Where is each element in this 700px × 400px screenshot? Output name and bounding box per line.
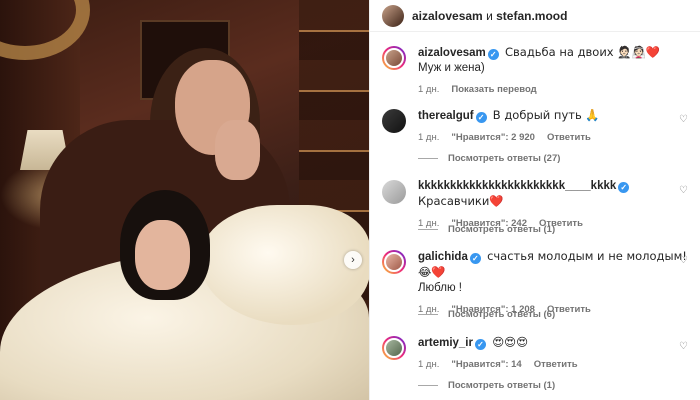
comments-list: aizalovesam ✓ Свадьба на двоих 🤵🏻👰🏻❤️ Муж…: [370, 33, 700, 400]
username[interactable]: artemiy_ir: [418, 337, 473, 349]
comment: therealguf ✓ В добрый путь 🙏 1 дн. "Нрави…: [382, 108, 692, 145]
verified-badge-icon: ✓: [618, 182, 630, 193]
comment-text-line2: Люблю !: [418, 282, 462, 294]
comment: galichida ✓ счастья молодым и не молодым!…: [382, 249, 692, 317]
avatar[interactable]: [382, 250, 406, 274]
translate-button[interactable]: Показать перевод: [451, 82, 536, 97]
coauthor-link[interactable]: stefan.mood: [496, 9, 567, 23]
avatar[interactable]: [382, 4, 404, 27]
divider: [418, 229, 438, 230]
timestamp[interactable]: 1 дн.: [418, 130, 439, 145]
caption-text: Свадьба на двоих 🤵🏻👰🏻❤️: [504, 45, 661, 59]
comment-text: Красавчики❤️: [418, 194, 504, 208]
timestamp[interactable]: 1 дн.: [418, 82, 439, 97]
timestamp[interactable]: 1 дн.: [418, 357, 439, 372]
avatar[interactable]: [382, 180, 406, 204]
post-authors: aizalovesam и stefan.mood: [412, 9, 567, 23]
view-replies-button[interactable]: Посмотреть ответы (27): [418, 153, 560, 164]
divider: [418, 314, 438, 315]
view-replies-button[interactable]: Посмотреть ответы (1): [418, 380, 555, 391]
comment-text: В добрый путь 🙏: [492, 108, 600, 122]
post-header: aizalovesam и stefan.mood: [370, 0, 700, 32]
view-replies-label: Посмотреть ответы (6): [448, 309, 556, 320]
heart-icon[interactable]: ♡: [679, 255, 688, 266]
likes-count[interactable]: "Нравится": 14: [451, 357, 521, 372]
view-replies-button[interactable]: Посмотреть ответы (6): [418, 309, 555, 320]
view-replies-label: Посмотреть ответы (1): [448, 224, 556, 235]
view-replies-button[interactable]: Посмотреть ответы (1): [418, 224, 555, 235]
heart-icon[interactable]: ♡: [679, 114, 688, 125]
username[interactable]: kkkkkkkkkkkkkkkkkkkkkkk____kkkk: [418, 180, 616, 192]
man-hand: [215, 120, 260, 180]
conjunction: и: [486, 8, 493, 23]
avatar[interactable]: [382, 336, 406, 360]
post-photo[interactable]: ›: [0, 0, 369, 400]
avatar[interactable]: [382, 46, 406, 70]
verified-badge-icon: ✓: [487, 49, 499, 60]
verified-badge-icon: ✓: [474, 339, 486, 350]
view-replies-label: Посмотреть ответы (27): [448, 153, 561, 164]
divider: [418, 385, 438, 386]
divider: [418, 158, 438, 159]
verified-badge-icon: ✓: [475, 112, 487, 123]
reply-button[interactable]: Ответить: [547, 130, 591, 145]
username[interactable]: galichida: [418, 251, 468, 263]
username[interactable]: therealguf: [418, 110, 474, 122]
woman-face: [135, 220, 190, 290]
verified-badge-icon: ✓: [469, 253, 481, 264]
avatar[interactable]: [382, 109, 406, 133]
caption: aizalovesam ✓ Свадьба на двоих 🤵🏻👰🏻❤️ Муж…: [382, 45, 692, 97]
caption-text-line2: Муж и жена): [418, 62, 485, 74]
author-link[interactable]: aizalovesam: [412, 9, 483, 23]
username[interactable]: aizalovesam: [418, 47, 486, 59]
chevron-right-icon[interactable]: ›: [344, 251, 362, 269]
heart-icon[interactable]: ♡: [679, 341, 688, 352]
comment-text: 😍😍😍: [492, 335, 529, 349]
reply-button[interactable]: Ответить: [534, 357, 578, 372]
heart-icon[interactable]: ♡: [679, 185, 688, 196]
likes-count[interactable]: "Нравится": 2 920: [451, 130, 535, 145]
comment: artemiy_ir ✓ 😍😍😍 1 дн. "Нравится": 14 Отв…: [382, 335, 692, 372]
comments-panel: aizalovesam и stefan.mood aizalovesam ✓ С…: [369, 0, 700, 400]
view-replies-label: Посмотреть ответы (1): [448, 380, 556, 391]
